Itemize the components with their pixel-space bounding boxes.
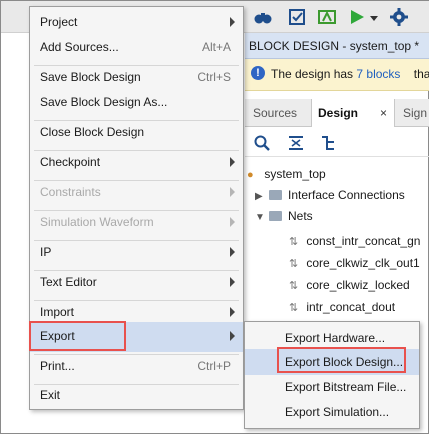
net-icon: ⇅ <box>289 280 299 292</box>
menu-item-shortcut: Ctrl+S <box>197 70 231 84</box>
menu-item-label: Project <box>40 15 78 29</box>
menu-item-label: Export Bitstream File... <box>285 380 407 394</box>
menu-item-add-sources[interactable]: Add Sources... Alt+A <box>30 33 243 63</box>
tree-net-item[interactable]: ⇅ const_intr_concat_gn <box>289 231 420 251</box>
submenu-arrow-icon <box>230 17 235 27</box>
collapse-caret-icon[interactable]: ▼ <box>255 208 269 228</box>
tabs-bar: Sources Design × Sign <box>245 99 429 127</box>
info-message: The design has 7 blocks tha <box>271 67 429 81</box>
net-icon: ⇅ <box>289 236 299 248</box>
submenu-arrow-icon <box>230 217 235 227</box>
menu-item-ip[interactable]: IP <box>30 238 243 268</box>
tree-item-label: Nets <box>288 209 313 223</box>
menu-item-simulation-waveform: Simulation Waveform <box>30 208 243 238</box>
info-icon: ! <box>251 66 265 80</box>
net-label: core_clkwiz_clk_out1 <box>306 256 420 270</box>
net-label: core_clkwiz_locked <box>306 278 410 292</box>
menu-item-label: Add Sources... <box>40 40 119 54</box>
menu-item-label: Checkpoint <box>40 155 101 169</box>
menu-item-label: Print... <box>40 359 75 373</box>
export-callout-box <box>29 321 126 351</box>
menu-item-label: Save Block Design As... <box>40 95 168 109</box>
menu-item-shortcut: Ctrl+P <box>197 359 231 373</box>
tab-sources[interactable]: Sources <box>247 99 303 127</box>
menu-item-label: Exit <box>40 388 61 402</box>
menu-item-label: Export Hardware... <box>285 331 386 345</box>
run-play-icon[interactable] <box>347 7 367 27</box>
hierarchy-icon[interactable] <box>319 134 337 152</box>
info-banner: ! The design has 7 blocks tha <box>245 59 429 91</box>
tree-root-label: system_top <box>264 167 326 181</box>
submenu-arrow-icon <box>230 247 235 257</box>
net-label: const_intr_concat_gn <box>306 234 421 248</box>
menu-item-export-bitstream-file[interactable]: Export Bitstream File... <box>245 374 419 400</box>
menu-item-label: Text Editor <box>40 275 97 289</box>
tree-net-item[interactable]: ⇅ core_clkwiz_locked <box>289 275 410 295</box>
collapse-all-icon[interactable] <box>287 134 305 152</box>
menu-item-label: Constraints <box>40 185 101 199</box>
tree-item-label: Interface Connections <box>288 188 405 202</box>
block-design-title: BLOCK DESIGN - system_top * <box>249 39 420 53</box>
run-dropdown-icon[interactable] <box>369 7 379 27</box>
blocks-link[interactable]: 7 blocks <box>356 67 400 81</box>
folder-icon <box>269 190 282 200</box>
checkbox-report-icon[interactable] <box>287 7 307 27</box>
submenu-arrow-icon <box>230 277 235 287</box>
implemented-design-icon[interactable] <box>317 7 337 27</box>
block-design-header: BLOCK DESIGN - system_top * <box>245 33 429 59</box>
menu-item-label: Import <box>40 305 75 319</box>
search-icon[interactable] <box>253 134 271 152</box>
tab-design-label: Design <box>318 106 359 120</box>
menu-item-shortcut: Alt+A <box>201 40 231 54</box>
tree-interface-connections[interactable]: ▶ Interface Connections <box>255 185 405 205</box>
tree-nets[interactable]: ▼ Nets <box>255 206 313 226</box>
submenu-arrow-icon <box>230 187 235 197</box>
menu-item-text-editor[interactable]: Text Editor <box>30 268 243 298</box>
info-suffix: tha <box>413 67 429 81</box>
submenu-arrow-icon <box>230 157 235 167</box>
info-prefix: The design has <box>271 67 354 81</box>
submenu-arrow-icon <box>230 307 235 317</box>
menu-item-label: IP <box>40 245 52 259</box>
menu-item-close-block-design[interactable]: Close Block Design <box>30 118 243 148</box>
export-submenu: Export Hardware... Export Block Design..… <box>244 321 420 429</box>
tab-signals[interactable]: Sign <box>397 99 429 127</box>
design-tree-toolbar <box>245 129 429 157</box>
menu-item-label: Simulation Waveform <box>40 215 154 229</box>
net-icon: ⇅ <box>289 258 299 270</box>
menu-item-export-simulation[interactable]: Export Simulation... <box>245 399 419 425</box>
export-block-design-callout-box <box>277 347 406 373</box>
tree-root[interactable]: ● system_top <box>247 164 326 184</box>
menu-item-exit[interactable]: Exit <box>30 381 243 411</box>
menu-item-checkpoint[interactable]: Checkpoint <box>30 148 243 178</box>
menu-item-constraints: Constraints <box>30 178 243 208</box>
menu-item-label: Close Block Design <box>40 125 145 139</box>
menu-item-print[interactable]: Print... Ctrl+P <box>30 352 243 382</box>
binoculars-icon[interactable] <box>253 7 273 27</box>
menu-item-label: Save Block Design <box>40 70 141 84</box>
close-tab-icon[interactable]: × <box>380 99 387 127</box>
net-icon: ⇅ <box>289 302 299 314</box>
net-label: intr_concat_dout <box>306 300 396 314</box>
tree-net-item[interactable]: ⇅ core_clkwiz_clk_out1 <box>289 253 420 273</box>
menu-item-label: Export Simulation... <box>285 405 390 419</box>
folder-icon <box>269 211 282 221</box>
expand-caret-icon[interactable]: ▶ <box>255 187 269 207</box>
menu-item-save-block-design-as[interactable]: Save Block Design As... <box>30 88 243 118</box>
settings-gear-icon[interactable] <box>389 7 409 27</box>
tree-net-item[interactable]: ⇅ intr_concat_dout <box>289 297 395 317</box>
submenu-arrow-icon <box>230 331 235 341</box>
hierarchy-root-icon: ● <box>247 169 254 181</box>
